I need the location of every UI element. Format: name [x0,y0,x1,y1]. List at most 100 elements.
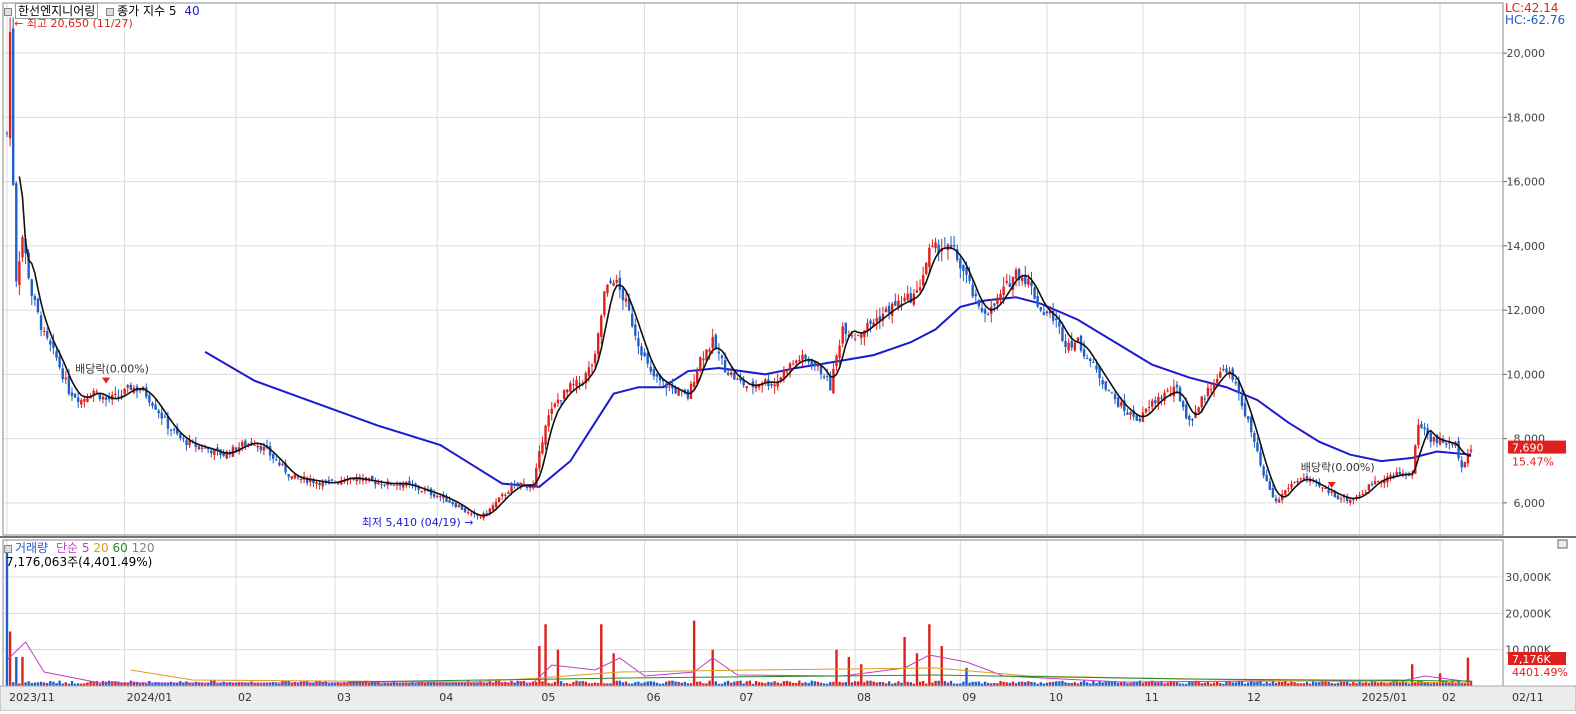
volume-bar [1120,682,1123,686]
candle-body [959,258,962,269]
candle-body [723,360,727,373]
volume-bar [1290,681,1293,686]
volume-bar [1250,681,1253,686]
candle-body [869,320,872,324]
candle-body [541,442,544,454]
candle-body [983,309,987,314]
volume-bar [711,649,714,686]
volume-bar [810,680,813,686]
candle-body [380,484,383,486]
volume-bar [222,681,225,686]
candle-body [395,484,399,486]
candle-body [798,359,801,362]
volume-bar [1256,681,1259,686]
volume-box-icon[interactable] [4,544,12,553]
volume-bar [1092,680,1095,686]
hc-value: HC:-62.76 [1505,13,1566,27]
volume-bar [974,681,977,686]
volume-bar [1438,673,1442,686]
candle-body [1330,491,1333,493]
candle-body [844,322,847,334]
chart-svg[interactable]: 20,00018,00016,00014,00012,00010,0008,00… [0,0,1576,712]
stock-chart[interactable]: 20,000 18,000 16,000 14,000 12,000 10,000 8,00… [0,0,1576,712]
candle-body [1203,398,1207,400]
candle-body [730,372,733,375]
candle-body [1290,484,1293,488]
volume-bar [850,682,854,686]
candle-body [596,333,600,354]
volume-bar [541,681,544,686]
volume-bar [1027,681,1030,686]
candle-body [8,32,12,139]
volume-bar [634,682,637,686]
volume-bar [302,681,306,686]
candle-body [1299,478,1302,480]
x-tick-label: 07 [739,691,753,704]
volume-bar [853,681,857,686]
volume-bar [33,682,37,686]
volume-bar [179,681,182,686]
candle-body [652,369,656,377]
candle-body [5,132,9,134]
volume-bar [132,681,136,686]
volume-bar [621,682,625,686]
volume-bar [652,681,656,686]
volume-bar [1457,681,1460,686]
volume-bar [36,682,40,686]
candle-body [445,497,448,502]
volume-bar [671,680,674,686]
volume-bar [1417,680,1420,686]
candle-body [157,410,160,414]
candle-body [1033,287,1036,299]
candle-body [1293,481,1296,483]
volume-bar [169,681,173,686]
volume-bar [299,681,303,686]
candle-body [1222,368,1225,371]
volume-bar [488,681,492,686]
candle-body [501,494,504,497]
ma5-period: 5 [168,4,177,18]
candle-body [804,354,807,359]
candle-body [1219,372,1222,378]
candle-body [76,397,80,402]
candle-body [801,354,804,360]
indicator-box-icon[interactable] [106,7,115,16]
volume-bar [1104,681,1107,686]
volume-bar [1327,682,1330,686]
volume-bar [860,664,863,686]
volume-bar [1051,681,1055,686]
candle-body [999,293,1002,300]
candle-body [1445,443,1448,445]
candle-body [1253,433,1256,443]
candle-body [448,500,451,503]
candle-body [835,355,838,367]
candle-body [637,338,640,347]
candle-body [1101,380,1104,385]
candle-body [504,494,507,496]
volume-bar [600,624,603,686]
volume-bar [782,681,786,686]
header-box-icon[interactable] [4,7,12,16]
volume-bar [11,682,15,686]
candle-body [55,351,58,358]
candle-body [1200,396,1203,408]
candle-body [315,482,318,485]
candle-body [507,492,510,494]
candle-body [330,479,334,481]
candle-body [454,503,457,508]
volume-bar [615,680,618,686]
candle-body [200,447,204,449]
candle-body [210,450,213,454]
volume-bar [185,681,188,686]
stock-name[interactable]: 한선엔지니어링 [15,3,99,19]
candle-body [457,505,461,507]
candle-body [544,425,547,445]
volume-bar [1086,682,1089,686]
volume-bar [866,680,869,686]
volume-bar [869,680,872,686]
candle-body [1302,477,1306,480]
candle-body [726,372,730,375]
volume-bar [838,681,841,686]
candle-body [420,491,423,493]
candle-body [925,262,928,275]
